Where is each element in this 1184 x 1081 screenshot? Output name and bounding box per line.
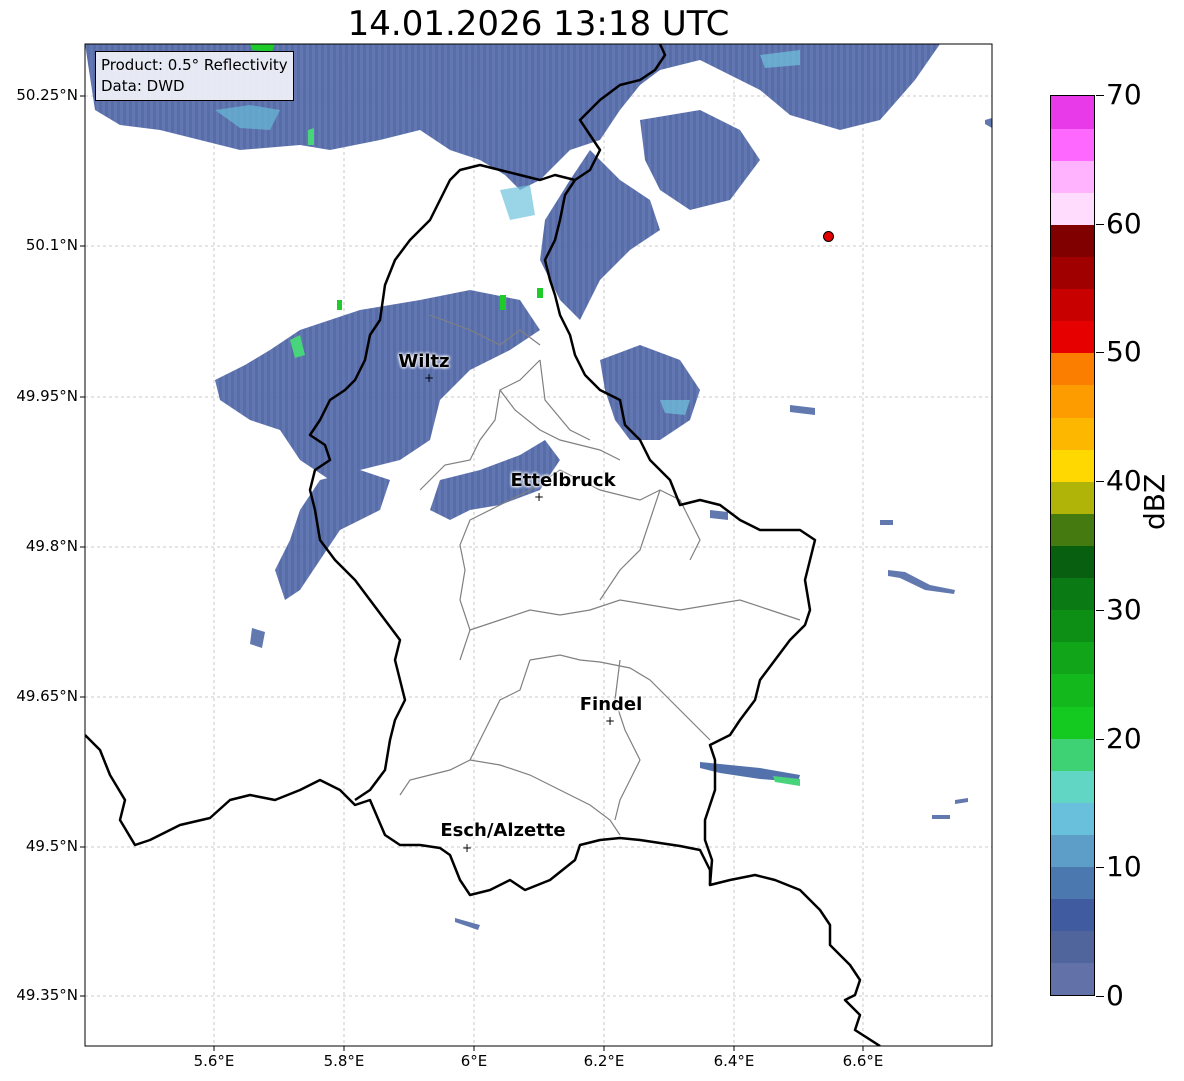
- city-label-esch-alzette: Esch/Alzette: [440, 820, 566, 841]
- colorbar-tick-label: 70: [1106, 78, 1142, 111]
- lon-label: 5.8°E: [323, 1052, 365, 1070]
- city-label-findel: Findel: [579, 694, 643, 715]
- colorbar-tick: [1096, 95, 1104, 96]
- colorbar-tick: [1096, 867, 1104, 869]
- lat-label: 49.35°N: [16, 986, 78, 1004]
- colorbar-segment: [1051, 770, 1094, 803]
- colorbar-segment: [1051, 417, 1094, 450]
- colorbar-segment: [1051, 930, 1094, 964]
- colorbar-tick-label: 30: [1106, 592, 1142, 626]
- colorbar-segment: [1051, 641, 1094, 675]
- colorbar-segment: [1051, 673, 1094, 707]
- colorbar-segment: [1051, 224, 1094, 258]
- city-marker-icon: +: [423, 371, 435, 385]
- lat-label: 49.95°N: [16, 387, 78, 405]
- colorbar-segment: [1051, 802, 1094, 835]
- colorbar-tick-label: 50: [1106, 335, 1142, 369]
- colorbar-segment: [1051, 320, 1094, 354]
- colorbar-segment: [1051, 481, 1094, 514]
- colorbar-segment: [1051, 866, 1094, 900]
- lon-label: 6.6°E: [842, 1052, 884, 1070]
- colorbar-tick: [1096, 223, 1104, 225]
- lon-label: 6°E: [460, 1052, 488, 1070]
- colorbar-tick: [1096, 738, 1104, 740]
- colorbar-segment: [1051, 256, 1094, 290]
- source-text: Data: DWD: [101, 77, 185, 95]
- colorbar-segment: [1051, 545, 1094, 579]
- colorbar-segment: [1051, 513, 1094, 546]
- colorbar-segment: [1051, 384, 1094, 418]
- city-label-ettelbruck: Ettelbruck: [510, 470, 616, 491]
- map-canvas: [80, 43, 993, 1051]
- lon-label: 6.2°E: [583, 1052, 625, 1070]
- colorbar-segment: [1051, 160, 1094, 193]
- colorbar-tick: [1096, 996, 1104, 997]
- colorbar-segment: [1051, 834, 1094, 868]
- colorbar-segment: [1051, 352, 1094, 386]
- lon-label: 6.4°E: [713, 1052, 755, 1070]
- colorbar: [1050, 95, 1095, 996]
- colorbar-tick-label: 40: [1106, 464, 1142, 498]
- colorbar-segment: [1051, 577, 1094, 611]
- colorbar-segment: [1051, 96, 1094, 129]
- colorbar-segment: [1051, 962, 1094, 996]
- info-box: Product: 0.5° Reflectivity Data: DWD: [95, 51, 294, 101]
- colorbar-title: dBZ: [1138, 473, 1171, 530]
- colorbar-segment: [1051, 128, 1094, 161]
- colorbar-tick-label: 10: [1106, 850, 1142, 884]
- colorbar-segment: [1051, 449, 1094, 482]
- lat-label: 50.25°N: [16, 86, 78, 104]
- colorbar-segment: [1051, 738, 1094, 771]
- city-marker-icon: +: [533, 490, 545, 504]
- city-marker-icon: +: [604, 714, 616, 728]
- colorbar-tick: [1096, 352, 1104, 354]
- colorbar-tick: [1096, 609, 1104, 611]
- colorbar-tick: [1096, 481, 1104, 483]
- colorbar-segment: [1051, 192, 1094, 225]
- colorbar-tick-label: 0: [1106, 979, 1124, 1012]
- colorbar-segment: [1051, 898, 1094, 932]
- colorbar-tick-label: 60: [1106, 206, 1142, 240]
- lat-label: 49.8°N: [25, 537, 78, 555]
- country-borders: [85, 44, 881, 1046]
- colorbar-segment: [1051, 706, 1094, 739]
- lat-label: 49.65°N: [16, 687, 78, 705]
- colorbar-segment: [1051, 288, 1094, 322]
- city-marker-icon: +: [461, 841, 473, 855]
- gridlines: [85, 44, 992, 1046]
- colorbar-segment: [1051, 609, 1094, 643]
- canton-borders: [399, 314, 801, 836]
- city-label-wiltz: Wiltz: [398, 351, 450, 372]
- lon-label: 5.6°E: [193, 1052, 235, 1070]
- lat-label: 50.1°N: [25, 236, 78, 254]
- product-text: Product: 0.5° Reflectivity: [101, 56, 288, 74]
- radar-site-marker: [823, 231, 834, 242]
- colorbar-tick-label: 20: [1106, 721, 1142, 755]
- lat-label: 49.5°N: [25, 837, 78, 855]
